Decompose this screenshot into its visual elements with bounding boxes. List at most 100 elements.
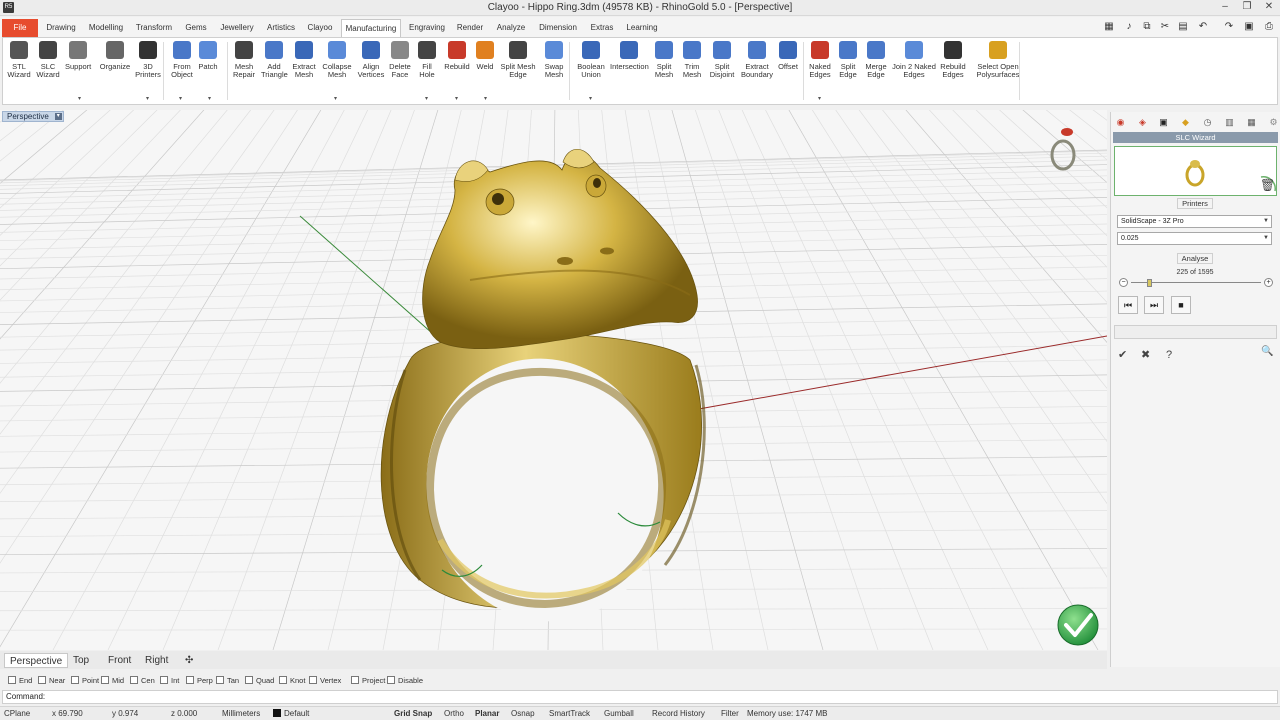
split-edge-button[interactable]: Split Edge bbox=[836, 41, 860, 91]
vp-tab-right[interactable]: Right bbox=[140, 653, 173, 668]
panel-tab-clock-icon[interactable]: ◷ bbox=[1201, 116, 1214, 129]
maximize-button[interactable]: ❐ bbox=[1236, 0, 1258, 16]
slider-thumb[interactable] bbox=[1147, 279, 1153, 287]
weld-button[interactable]: Weld bbox=[473, 41, 497, 91]
viewport-label[interactable]: Perspective ▾ bbox=[2, 111, 64, 122]
extract-mesh-button[interactable]: Extract Mesh bbox=[290, 41, 318, 91]
status-grid-snap[interactable]: Grid Snap bbox=[394, 708, 432, 720]
offset-button[interactable]: Offset bbox=[775, 41, 801, 91]
delete-face-button[interactable]: Delete Face bbox=[387, 41, 413, 91]
tab-drawing[interactable]: Drawing bbox=[44, 19, 78, 37]
checkbox-box[interactable] bbox=[186, 676, 194, 684]
next-layer-button[interactable]: ⏭ bbox=[1144, 296, 1164, 314]
status-filter[interactable]: Filter bbox=[721, 708, 739, 720]
save-icon[interactable]: ▣ bbox=[1242, 21, 1256, 33]
osnap-vertex-checkbox[interactable]: Vertex bbox=[309, 675, 341, 686]
print-icon[interactable]: ⎙ bbox=[1262, 21, 1276, 33]
checkbox-box[interactable] bbox=[387, 676, 395, 684]
minimize-button[interactable]: ‒ bbox=[1214, 0, 1236, 16]
stl-wizard-button[interactable]: STL Wizard bbox=[7, 41, 31, 91]
group-expand-arrow-icon[interactable]: ▾ bbox=[455, 95, 458, 102]
status-cplane[interactable]: CPlane bbox=[4, 708, 30, 720]
status-planar[interactable]: Planar bbox=[475, 708, 499, 720]
patch-button[interactable]: Patch bbox=[197, 41, 219, 91]
split-mesh-edge-button[interactable]: Split Mesh Edge bbox=[500, 41, 536, 91]
boolean-union-button[interactable]: Boolean Union bbox=[574, 41, 608, 91]
perspective-viewport[interactable]: Perspective ▾ bbox=[0, 110, 1107, 650]
group-expand-arrow-icon[interactable]: ▾ bbox=[334, 95, 337, 102]
swap-mesh-button[interactable]: Swap Mesh bbox=[541, 41, 567, 91]
printer-select[interactable]: SolidScape - 3Z Pro ▼ bbox=[1117, 215, 1272, 228]
osnap-tan-checkbox[interactable]: Tan bbox=[216, 675, 239, 686]
checkbox-box[interactable] bbox=[8, 676, 16, 684]
tab-transform[interactable]: Transform bbox=[134, 19, 174, 37]
tab-file[interactable]: File bbox=[2, 19, 38, 37]
group-expand-arrow-icon[interactable]: ▾ bbox=[818, 95, 821, 102]
undo-icon[interactable]: ↶ bbox=[1196, 21, 1210, 33]
checkbox-box[interactable] bbox=[160, 676, 168, 684]
status-record-history[interactable]: Record History bbox=[652, 708, 705, 720]
help-icon[interactable]: ? bbox=[1166, 349, 1172, 361]
layer-thickness-select[interactable]: 0.025 ▼ bbox=[1117, 232, 1272, 245]
add-triangle-button[interactable]: Add Triangle bbox=[261, 41, 288, 91]
panel-tab-library-icon[interactable]: ▥ bbox=[1223, 116, 1236, 129]
tab-clayoo[interactable]: Clayoo bbox=[304, 19, 336, 37]
split-mesh-button[interactable]: Split Mesh bbox=[652, 41, 676, 91]
slc-wizard-button[interactable]: SLC Wizard bbox=[35, 41, 61, 91]
from-object-button[interactable]: From Object bbox=[169, 41, 195, 91]
join-2-naked-edges-button[interactable]: Join 2 Naked Edges bbox=[891, 41, 937, 91]
group-expand-arrow-icon[interactable]: ▾ bbox=[78, 95, 81, 102]
group-expand-arrow-icon[interactable]: ▾ bbox=[146, 95, 149, 102]
naked-edges-button[interactable]: Naked Edges bbox=[807, 41, 833, 91]
cancel-x-icon[interactable]: ✖ bbox=[1141, 349, 1150, 361]
paste-icon[interactable]: ▤ bbox=[1176, 21, 1190, 33]
group-expand-arrow-icon[interactable]: ▾ bbox=[179, 95, 182, 102]
hippo-ring-model[interactable] bbox=[380, 148, 706, 643]
delete-trash-icon[interactable]: 🗑 bbox=[1260, 179, 1275, 191]
tab-manufacturing[interactable]: Manufacturing bbox=[341, 19, 401, 37]
stop-button[interactable]: ■ bbox=[1171, 296, 1191, 314]
tab-gems[interactable]: Gems bbox=[182, 19, 210, 37]
mesh-repair-button[interactable]: Mesh Repair bbox=[231, 41, 257, 91]
group-expand-arrow-icon[interactable]: ▾ bbox=[208, 95, 211, 102]
osnap-point-checkbox[interactable]: Point bbox=[71, 675, 99, 686]
osnap-int-checkbox[interactable]: Int bbox=[160, 675, 179, 686]
checkbox-box[interactable] bbox=[309, 676, 317, 684]
collapse-mesh-button[interactable]: Collapse Mesh bbox=[321, 41, 353, 91]
copy-icon[interactable]: ⧉ bbox=[1140, 21, 1154, 33]
status-layer[interactable]: Default bbox=[273, 708, 309, 720]
tab-analyze[interactable]: Analyze bbox=[494, 19, 528, 37]
osnap-near-checkbox[interactable]: Near bbox=[38, 675, 65, 686]
rebuild-edges-button[interactable]: Rebuild Edges bbox=[939, 41, 967, 91]
osnap-perp-checkbox[interactable]: Perp bbox=[186, 675, 213, 686]
redo-icon[interactable]: ↷ bbox=[1222, 21, 1236, 33]
close-button[interactable]: ✕ bbox=[1258, 0, 1280, 16]
osnap-quad-checkbox[interactable]: Quad bbox=[245, 675, 274, 686]
status-smarttrack[interactable]: SmartTrack bbox=[549, 708, 590, 720]
checkbox-box[interactable] bbox=[101, 676, 109, 684]
osnap-cen-checkbox[interactable]: Cen bbox=[130, 675, 155, 686]
status-units[interactable]: Millimeters bbox=[222, 708, 260, 720]
checkbox-box[interactable] bbox=[38, 676, 46, 684]
vp-tab-perspective[interactable]: Perspective bbox=[4, 653, 69, 668]
group-expand-arrow-icon[interactable]: ▾ bbox=[425, 95, 428, 102]
panel-tab-properties-icon[interactable]: ◉ bbox=[1114, 116, 1127, 129]
select-open-polysurfaces-button[interactable]: Select Open Polysurfaces bbox=[973, 41, 1023, 91]
trim-mesh-button[interactable]: Trim Mesh bbox=[679, 41, 705, 91]
osnap-end-checkbox[interactable]: End bbox=[8, 675, 32, 686]
rebuild-button[interactable]: Rebuild bbox=[443, 41, 471, 91]
tab-dimension[interactable]: Dimension bbox=[536, 19, 580, 37]
fill-hole-button[interactable]: Fill Hole bbox=[415, 41, 439, 91]
layer-slider[interactable]: − + bbox=[1119, 278, 1273, 288]
tab-render[interactable]: Render bbox=[454, 19, 486, 37]
slider-minus-icon[interactable]: − bbox=[1119, 278, 1128, 287]
osnap-disable-checkbox[interactable]: Disable bbox=[387, 675, 423, 686]
status-osnap[interactable]: Osnap bbox=[511, 708, 535, 720]
checkbox-box[interactable] bbox=[279, 676, 287, 684]
split-disjoint-button[interactable]: Split Disjoint bbox=[708, 41, 736, 91]
add-viewport-tab-icon[interactable]: ✣ bbox=[180, 653, 198, 668]
view-navigation-ring-icon[interactable] bbox=[1050, 128, 1076, 171]
panel-tab-layers-icon[interactable]: ▦ bbox=[1245, 116, 1258, 129]
3d-printers-button[interactable]: 3D Printers bbox=[134, 41, 162, 91]
merge-edge-button[interactable]: Merge Edge bbox=[862, 41, 890, 91]
